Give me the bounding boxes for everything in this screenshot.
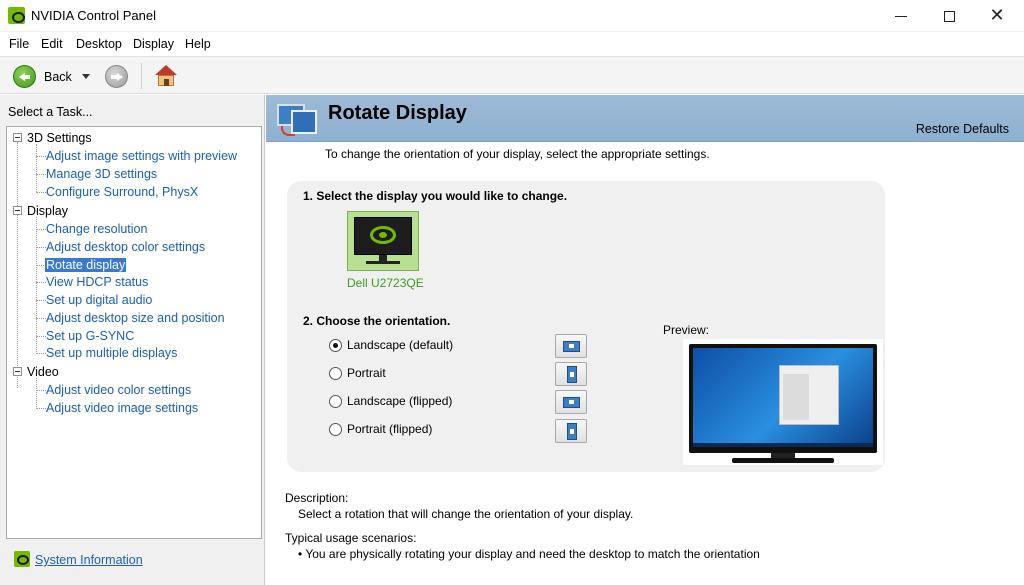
window-title: NVIDIA Control Panel — [31, 8, 157, 23]
task-rotate-display[interactable]: Rotate display — [45, 258, 127, 272]
landscape-button[interactable] — [555, 334, 587, 358]
menu-display[interactable]: Display — [133, 37, 174, 51]
radio-portrait-flipped[interactable] — [329, 423, 342, 436]
radio-label[interactable]: Landscape (flipped) — [347, 394, 452, 408]
description-text: Select a rotation that will change the o… — [298, 507, 634, 521]
step1-heading: 1. Select the display you would like to … — [303, 189, 568, 203]
content-pane: Rotate Display Restore Defaults To chang… — [266, 95, 1024, 585]
task-adjust-video-image-settings[interactable]: Adjust video image settings — [46, 401, 198, 415]
settings-panel: 1. Select the display you would like to … — [287, 181, 885, 472]
system-information-icon[interactable] — [14, 551, 30, 567]
display-name-label[interactable]: Dell U2723QE — [347, 276, 424, 290]
radio-landscape[interactable] — [329, 339, 342, 352]
portrait-button[interactable] — [555, 362, 587, 386]
page-title: Rotate Display — [328, 102, 467, 124]
task-configure-surround-physx[interactable]: Configure Surround, PhysX — [46, 185, 198, 199]
back-button-label[interactable]: Back — [44, 70, 72, 84]
task-pane-header: Select a Task... — [8, 105, 93, 119]
menu-desktop[interactable]: Desktop — [76, 37, 122, 51]
intro-text: To change the orientation of your displa… — [325, 147, 710, 161]
task-view-hdcp-status[interactable]: View HDCP status — [46, 275, 148, 289]
rotate-display-icon — [277, 100, 319, 138]
system-information-link[interactable]: System Information — [35, 553, 143, 567]
task-adjust-image-settings-with-preview[interactable]: Adjust image settings with preview — [46, 149, 237, 163]
menu-file[interactable]: File — [9, 37, 29, 51]
forward-arrow-icon[interactable] — [105, 65, 128, 88]
menu-help[interactable]: Help — [185, 37, 211, 51]
portrait-icon — [567, 366, 577, 383]
step2-heading: 2. Choose the orientation. — [303, 314, 451, 328]
preview-taskbar — [693, 443, 873, 447]
preview-desktop — [693, 348, 873, 447]
page-header: Rotate Display Restore Defaults — [266, 95, 1024, 142]
landscape-icon — [563, 341, 580, 352]
menu-bar: File Edit Desktop Display Help — [0, 32, 1024, 56]
category-video[interactable]: Video — [27, 365, 59, 379]
radio-label[interactable]: Landscape (default) — [347, 338, 453, 352]
minimize-icon — [895, 15, 907, 17]
minimize-button[interactable] — [878, 0, 924, 32]
preview-label: Preview: — [663, 323, 710, 337]
back-history-dropdown[interactable] — [82, 74, 90, 79]
task-set-up-g-sync[interactable]: Set up G-SYNC — [46, 329, 134, 343]
task-set-up-digital-audio[interactable]: Set up digital audio — [46, 293, 152, 307]
collapse-video-icon[interactable] — [13, 367, 22, 376]
task-adjust-desktop-size-and-position[interactable]: Adjust desktop size and position — [46, 311, 225, 325]
collapse-3d-settings-icon[interactable] — [13, 133, 22, 142]
preview-monitor — [689, 344, 877, 453]
task-change-resolution[interactable]: Change resolution — [46, 222, 147, 236]
description-heading: Description: — [285, 491, 349, 505]
portrait-flipped-icon — [567, 423, 577, 440]
portrait-flipped-button[interactable] — [555, 419, 587, 443]
preview-window — [779, 365, 839, 425]
collapse-display-icon[interactable] — [13, 206, 22, 215]
nvidia-logo-icon — [8, 7, 25, 24]
task-manage-3d-settings[interactable]: Manage 3D settings — [46, 167, 157, 181]
close-icon: ✕ — [989, 5, 1005, 26]
radio-label[interactable]: Portrait (flipped) — [347, 422, 432, 436]
close-button[interactable]: ✕ — [974, 0, 1020, 32]
maximize-button[interactable] — [926, 0, 972, 32]
back-arrow-icon[interactable] — [13, 65, 36, 88]
task-adjust-desktop-color-settings[interactable]: Adjust desktop color settings — [46, 240, 205, 254]
category-display[interactable]: Display — [27, 204, 68, 218]
orientation-preview — [683, 339, 883, 465]
maximize-icon — [943, 10, 955, 22]
radio-label[interactable]: Portrait — [347, 366, 386, 380]
category-3d-settings[interactable]: 3D Settings — [27, 131, 92, 145]
nvidia-eye-icon — [370, 226, 396, 244]
title-bar: NVIDIA Control Panel ✕ — [0, 0, 1024, 32]
display-selector-tile[interactable] — [347, 211, 419, 271]
task-adjust-video-color-settings[interactable]: Adjust video color settings — [46, 383, 191, 397]
restore-defaults-link[interactable]: Restore Defaults — [916, 122, 1009, 136]
usage-heading: Typical usage scenarios: — [285, 531, 417, 545]
landscape-flipped-icon — [563, 397, 580, 408]
toolbar-separator — [141, 63, 142, 89]
radio-portrait[interactable] — [329, 367, 342, 380]
landscape-flipped-button[interactable] — [555, 390, 587, 414]
toolbar: Back — [0, 56, 1024, 94]
radio-landscape-flipped[interactable] — [329, 395, 342, 408]
task-tree: 3D Settings Adjust image settings with p… — [6, 126, 262, 539]
task-pane: Select a Task... 3D Settings Adjust imag… — [0, 95, 265, 585]
menu-edit[interactable]: Edit — [41, 37, 63, 51]
monitor-icon — [354, 217, 412, 255]
home-icon[interactable] — [155, 65, 178, 87]
usage-text: • You are physically rotating your displ… — [298, 547, 760, 561]
task-set-up-multiple-displays[interactable]: Set up multiple displays — [46, 346, 177, 360]
